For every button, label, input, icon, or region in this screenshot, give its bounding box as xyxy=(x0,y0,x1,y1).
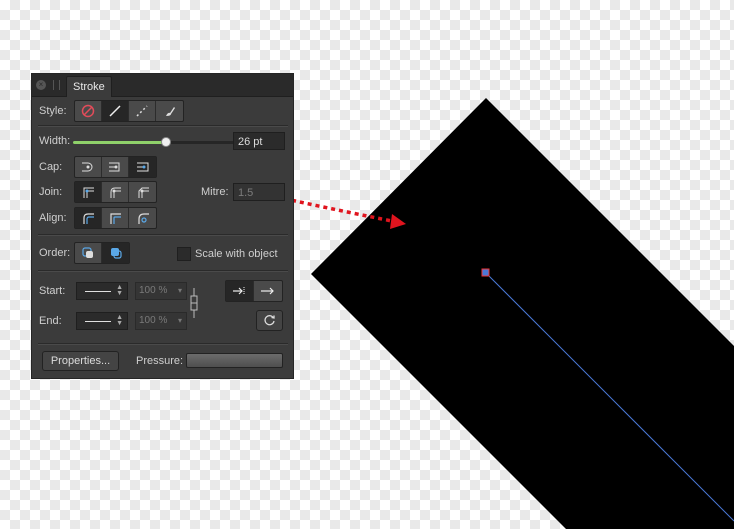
stepper-arrows-icon: ▲ ▼ xyxy=(116,314,123,327)
scale-with-object-label: Scale with object xyxy=(195,248,278,260)
chevron-down-icon: ▾ xyxy=(177,316,182,325)
panel-grip-icon[interactable] xyxy=(53,80,60,90)
end-scale-field[interactable]: 100 % ▾ xyxy=(135,312,187,330)
panel-titlebar: × Stroke xyxy=(32,74,293,97)
properties-button[interactable]: Properties... xyxy=(42,351,119,371)
pressure-label: Pressure: xyxy=(136,355,184,367)
pressure-graph[interactable] xyxy=(186,353,283,368)
stepper-arrows-icon: ▲ ▼ xyxy=(116,284,123,297)
cap-label: Cap: xyxy=(39,161,63,173)
swap-icon xyxy=(264,315,275,326)
solid-line-button[interactable] xyxy=(102,101,129,121)
round-join-button[interactable] xyxy=(102,182,129,202)
mitre-field[interactable]: 1.5 xyxy=(233,183,285,201)
order-label: Order: xyxy=(39,247,71,259)
arrow-inside-icon xyxy=(232,287,244,295)
close-icon[interactable]: × xyxy=(36,80,46,90)
stroke-behind-fill-icon xyxy=(82,247,93,258)
dashed-line-button[interactable] xyxy=(129,101,156,121)
swap-arrowheads-button[interactable] xyxy=(256,310,283,331)
width-label: Width: xyxy=(39,135,71,147)
align-outside-button[interactable] xyxy=(129,208,156,228)
square-cap-icon xyxy=(136,162,148,172)
chevron-down-icon: ▾ xyxy=(177,286,182,295)
stroke-panel: × Stroke Style: Width: 26 pt Cap: Join: … xyxy=(31,73,294,379)
butt-cap-icon xyxy=(82,162,93,172)
align-center-button[interactable] xyxy=(75,208,102,228)
start-label: Start: xyxy=(39,285,66,297)
round-join-icon xyxy=(110,187,121,198)
start-arrowhead-dropdown[interactable]: ▲ ▼ xyxy=(76,282,128,300)
miter-join-icon xyxy=(83,187,94,198)
arrow-outside-button[interactable] xyxy=(254,281,282,301)
style-selector xyxy=(74,100,184,122)
mitre-label: Mitre: xyxy=(201,186,229,198)
stroked-shape[interactable] xyxy=(311,98,734,529)
width-slider[interactable] xyxy=(73,137,259,147)
separator xyxy=(38,234,288,236)
line-preview xyxy=(85,291,111,292)
no-stroke-button[interactable] xyxy=(75,101,102,121)
width-slider-knob[interactable] xyxy=(161,137,171,147)
square-cap-button[interactable] xyxy=(129,157,156,177)
align-center-icon xyxy=(83,213,94,224)
width-field[interactable]: 26 pt xyxy=(233,132,285,150)
stroke-in-front-icon xyxy=(110,248,122,259)
style-label: Style: xyxy=(39,105,67,117)
line-preview xyxy=(85,321,111,322)
brush-icon xyxy=(165,107,175,116)
join-label: Join: xyxy=(39,186,63,198)
width-slider-fill xyxy=(73,141,166,144)
bevel-join-icon xyxy=(138,187,149,198)
end-label: End: xyxy=(39,315,62,327)
scale-with-object-checkbox[interactable] xyxy=(177,247,191,261)
round-cap-button[interactable] xyxy=(102,157,129,177)
stroke-in-front-button[interactable] xyxy=(102,243,129,263)
align-label: Align: xyxy=(39,212,67,224)
separator xyxy=(38,270,288,272)
order-selector xyxy=(74,242,130,264)
round-cap-icon xyxy=(109,162,120,172)
path-node-handle[interactable] xyxy=(481,268,490,277)
align-selector xyxy=(74,207,157,229)
end-arrowhead-dropdown[interactable]: ▲ ▼ xyxy=(76,312,128,330)
bevel-join-button[interactable] xyxy=(129,182,156,202)
arrow-inside-button[interactable] xyxy=(226,281,254,301)
cap-selector xyxy=(74,156,157,178)
tab-stroke[interactable]: Stroke xyxy=(66,76,112,97)
arrow-outside-icon xyxy=(261,287,274,295)
link-chain-icon[interactable] xyxy=(190,288,198,318)
align-outside-icon xyxy=(137,213,149,224)
separator xyxy=(38,125,288,127)
start-scale-value: 100 % xyxy=(139,285,168,296)
align-inside-button[interactable] xyxy=(102,208,129,228)
separator xyxy=(38,343,288,345)
stroke-behind-fill-button[interactable] xyxy=(75,243,102,263)
brush-button[interactable] xyxy=(156,101,183,121)
no-stroke-icon xyxy=(81,104,95,118)
end-scale-value: 100 % xyxy=(139,315,168,326)
start-scale-field[interactable]: 100 % ▾ xyxy=(135,282,187,300)
join-selector xyxy=(74,181,157,203)
dashed-line-icon xyxy=(136,105,148,117)
butt-cap-button[interactable] xyxy=(75,157,102,177)
arrowhead-placement-selector xyxy=(225,280,283,302)
solid-line-icon xyxy=(109,105,121,117)
align-inside-icon xyxy=(110,213,121,224)
miter-join-button[interactable] xyxy=(75,182,102,202)
